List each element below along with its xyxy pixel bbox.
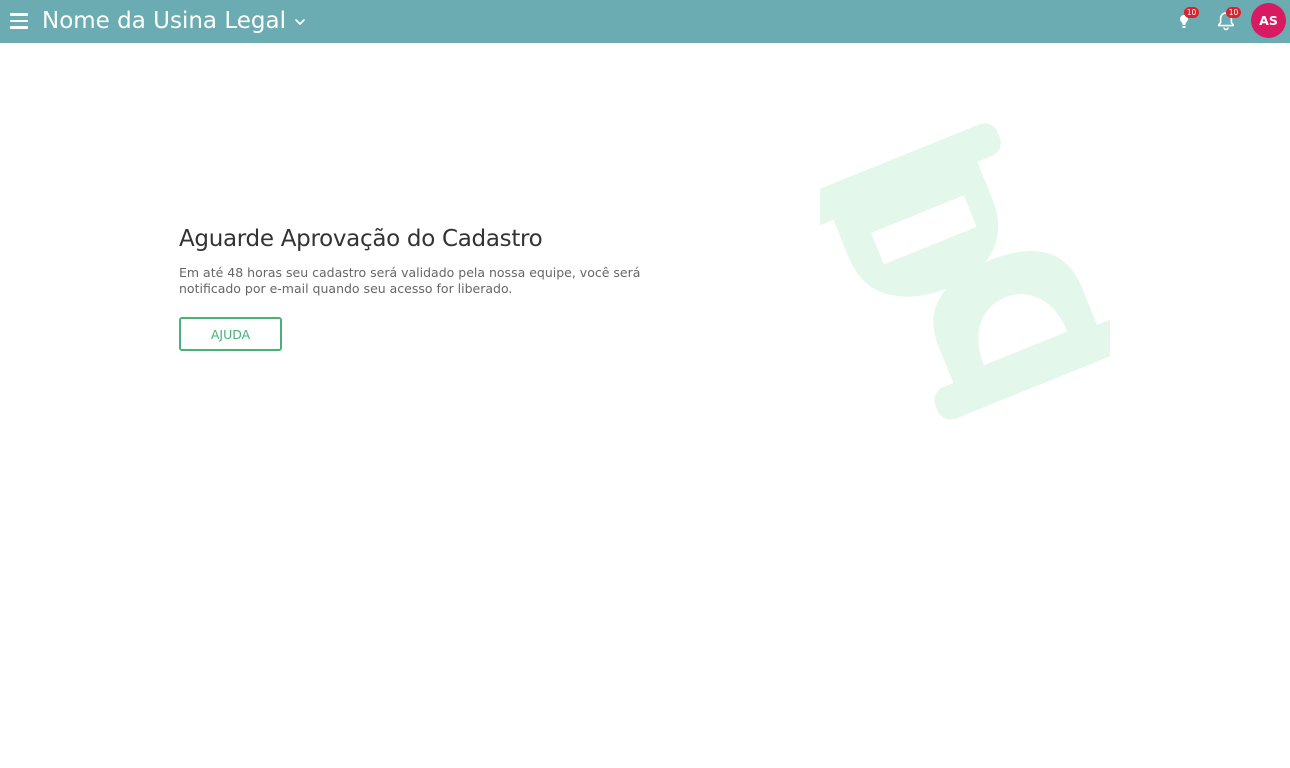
notifications-badge: 10 [1226, 7, 1241, 18]
approval-message: Aguarde Aprovação do Cadastro Em até 48 … [179, 226, 699, 297]
top-bar: Nome da Usina Legal 10 10 AS [0, 0, 1290, 43]
help-button[interactable]: AJUDA [179, 317, 282, 351]
chevron-down-icon [295, 19, 305, 25]
hamburger-menu-icon[interactable] [10, 13, 28, 29]
notifications-button[interactable]: 10 [1214, 7, 1241, 35]
hints-button[interactable]: 10 [1172, 7, 1199, 35]
user-avatar[interactable]: AS [1251, 3, 1286, 38]
approval-description: Em até 48 horas seu cadastro será valida… [179, 265, 641, 296]
plant-name: Nome da Usina Legal [42, 8, 286, 34]
hints-badge: 10 [1184, 7, 1199, 18]
page-title: Aguarde Aprovação do Cadastro [179, 226, 543, 252]
hourglass-icon [820, 123, 1110, 420]
plant-selector[interactable]: Nome da Usina Legal [42, 8, 306, 34]
